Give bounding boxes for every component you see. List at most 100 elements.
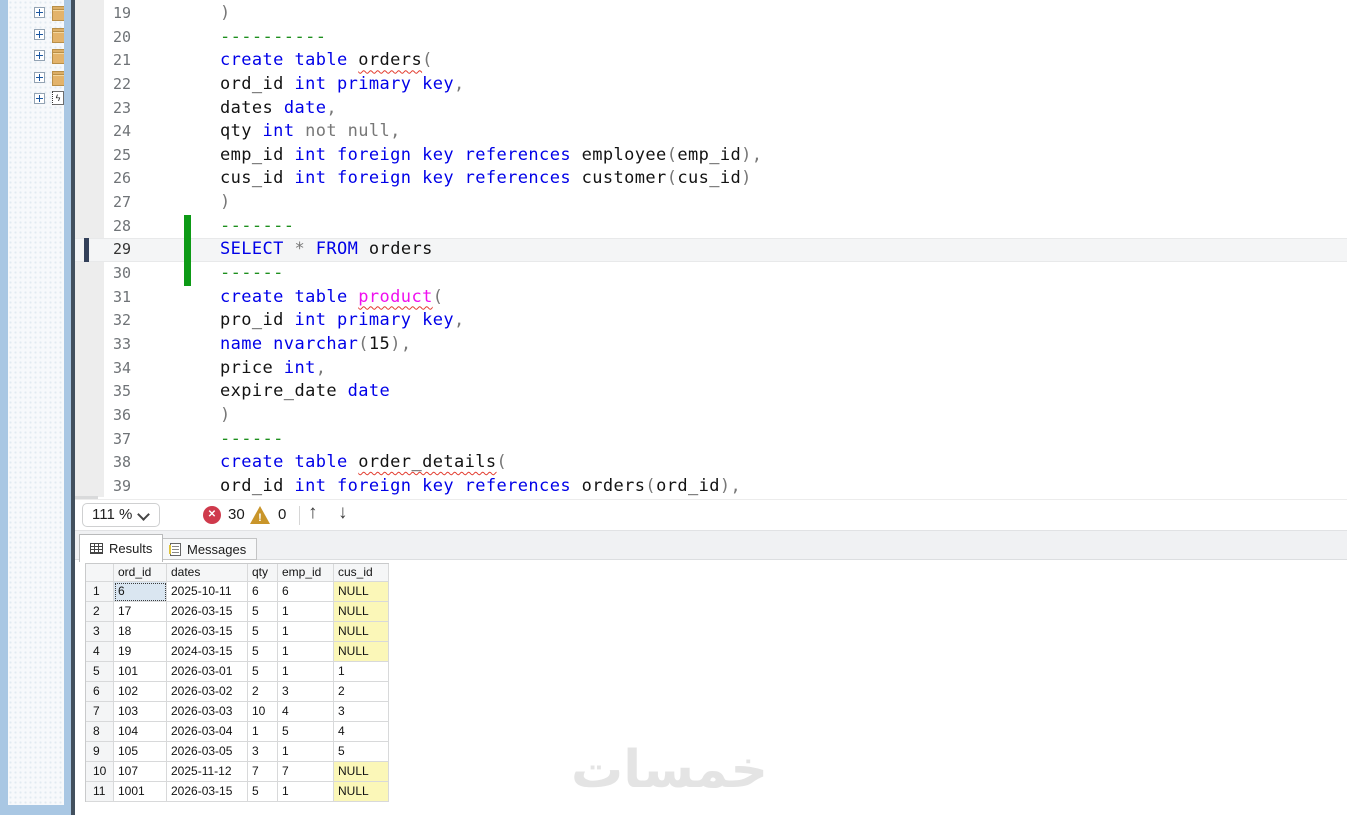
- code-text[interactable]: ord_id int foreign key references orders…: [220, 475, 741, 497]
- grid-cell[interactable]: 4: [278, 702, 334, 722]
- zoom-level-select[interactable]: 111 %: [82, 503, 160, 527]
- grid-cell[interactable]: NULL: [334, 602, 389, 622]
- column-header-dates[interactable]: dates: [167, 564, 248, 582]
- line-number[interactable]: 31: [75, 286, 131, 310]
- code-text[interactable]: qty int not null,: [220, 120, 401, 144]
- row-header[interactable]: 9: [86, 742, 114, 762]
- code-text[interactable]: create table orders(: [220, 49, 433, 73]
- grid-cell[interactable]: NULL: [334, 762, 389, 782]
- object-explorer-tree[interactable]: ϟ: [8, 0, 64, 805]
- column-header-cus_id[interactable]: cus_id: [334, 564, 389, 582]
- tree-item-3[interactable]: [8, 70, 64, 86]
- grid-cell[interactable]: 5: [248, 622, 278, 642]
- grid-cell[interactable]: 2025-11-12: [167, 762, 248, 782]
- code-text[interactable]: ord_id int primary key,: [220, 73, 465, 97]
- code-text[interactable]: pro_id int primary key,: [220, 309, 465, 333]
- error-icon[interactable]: ✕: [203, 506, 221, 524]
- row-header[interactable]: 2: [86, 602, 114, 622]
- code-line-35[interactable]: 35 expire_date date: [75, 380, 1347, 404]
- line-number[interactable]: 33: [75, 333, 131, 357]
- code-line-22[interactable]: 22 ord_id int primary key,: [75, 73, 1347, 97]
- code-line-32[interactable]: 32 pro_id int primary key,: [75, 309, 1347, 333]
- tree-item-1[interactable]: [8, 27, 64, 43]
- grid-cell[interactable]: 1: [278, 662, 334, 682]
- grid-cell[interactable]: NULL: [334, 642, 389, 662]
- next-error-button[interactable]: ↓: [338, 502, 348, 524]
- grid-cell[interactable]: 18: [114, 622, 167, 642]
- plus-expand-icon[interactable]: [34, 7, 45, 18]
- code-line-29[interactable]: 29 SELECT * FROM orders: [75, 238, 1347, 263]
- grid-cell[interactable]: 7: [248, 762, 278, 782]
- code-text[interactable]: ----------: [220, 26, 326, 50]
- grid-cell[interactable]: 4: [334, 722, 389, 742]
- grid-cell[interactable]: 102: [114, 682, 167, 702]
- grid-cell[interactable]: 2: [334, 682, 389, 702]
- column-header-ord_id[interactable]: ord_id: [114, 564, 167, 582]
- code-line-20[interactable]: 20 ----------: [75, 26, 1347, 50]
- grid-cell[interactable]: 1: [278, 782, 334, 802]
- row-header[interactable]: 8: [86, 722, 114, 742]
- code-text[interactable]: ): [220, 2, 231, 26]
- code-text[interactable]: dates date,: [220, 97, 337, 121]
- grid-cell[interactable]: 5: [278, 722, 334, 742]
- code-line-23[interactable]: 23 dates date,: [75, 97, 1347, 121]
- row-header[interactable]: 4: [86, 642, 114, 662]
- row-header[interactable]: 11: [86, 782, 114, 802]
- grid-cell[interactable]: 2: [248, 682, 278, 702]
- grid-cell[interactable]: 5: [334, 742, 389, 762]
- row-header[interactable]: 5: [86, 662, 114, 682]
- line-number[interactable]: 29: [75, 238, 131, 262]
- code-text[interactable]: emp_id int foreign key references employ…: [220, 144, 762, 168]
- code-line-30[interactable]: 30 ------: [75, 262, 1347, 286]
- grid-cell[interactable]: 2025-10-11: [167, 582, 248, 602]
- code-line-24[interactable]: 24 qty int not null,: [75, 120, 1347, 144]
- code-line-19[interactable]: 19): [75, 2, 1347, 26]
- row-header[interactable]: 10: [86, 762, 114, 782]
- code-text[interactable]: ------: [220, 262, 284, 286]
- grid-cell[interactable]: 2026-03-05: [167, 742, 248, 762]
- grid-cell[interactable]: 19: [114, 642, 167, 662]
- code-line-31[interactable]: 31 create table product(: [75, 286, 1347, 310]
- code-text[interactable]: ): [220, 404, 231, 428]
- code-text[interactable]: -------: [220, 215, 294, 239]
- column-header-qty[interactable]: qty: [248, 564, 278, 582]
- tree-item-4[interactable]: ϟ: [8, 91, 64, 107]
- line-number[interactable]: 32: [75, 309, 131, 333]
- code-line-34[interactable]: 34 price int,: [75, 357, 1347, 381]
- code-line-21[interactable]: 21 create table orders(: [75, 49, 1347, 73]
- code-text[interactable]: create table order_details(: [220, 451, 507, 475]
- grid-cell[interactable]: 105: [114, 742, 167, 762]
- grid-cell[interactable]: 1: [278, 602, 334, 622]
- grid-cell[interactable]: 2026-03-15: [167, 622, 248, 642]
- line-number[interactable]: 37: [75, 428, 131, 452]
- code-text[interactable]: create table product(: [220, 286, 443, 310]
- grid-cell[interactable]: 2026-03-02: [167, 682, 248, 702]
- line-number[interactable]: 19: [75, 2, 131, 26]
- code-line-25[interactable]: 25 emp_id int foreign key references empl…: [75, 144, 1347, 168]
- code-text[interactable]: cus_id int foreign key references custom…: [220, 167, 752, 191]
- grid-cell[interactable]: NULL: [334, 782, 389, 802]
- line-number[interactable]: 34: [75, 357, 131, 381]
- grid-cell[interactable]: 1: [248, 722, 278, 742]
- warning-icon[interactable]: !: [250, 506, 270, 524]
- code-text[interactable]: price int,: [220, 357, 326, 381]
- code-line-37[interactable]: 37 ------: [75, 428, 1347, 452]
- grid-cell[interactable]: 2024-03-15: [167, 642, 248, 662]
- grid-cell[interactable]: 17: [114, 602, 167, 622]
- grid-cell[interactable]: 3: [278, 682, 334, 702]
- code-text[interactable]: name nvarchar(15),: [220, 333, 411, 357]
- tab-messages[interactable]: Messages: [159, 538, 258, 560]
- code-line-33[interactable]: 33 name nvarchar(15),: [75, 333, 1347, 357]
- code-line-27[interactable]: 27): [75, 191, 1347, 215]
- grid-cell[interactable]: 3: [334, 702, 389, 722]
- grid-cell[interactable]: 2026-03-03: [167, 702, 248, 722]
- row-header[interactable]: 3: [86, 622, 114, 642]
- grid-cell[interactable]: 103: [114, 702, 167, 722]
- grid-cell[interactable]: 3: [248, 742, 278, 762]
- row-header[interactable]: 7: [86, 702, 114, 722]
- grid-cell[interactable]: 2026-03-15: [167, 602, 248, 622]
- line-number[interactable]: 21: [75, 49, 131, 73]
- row-header[interactable]: 6: [86, 682, 114, 702]
- grid-cell[interactable]: 104: [114, 722, 167, 742]
- grid-cell[interactable]: 5: [248, 602, 278, 622]
